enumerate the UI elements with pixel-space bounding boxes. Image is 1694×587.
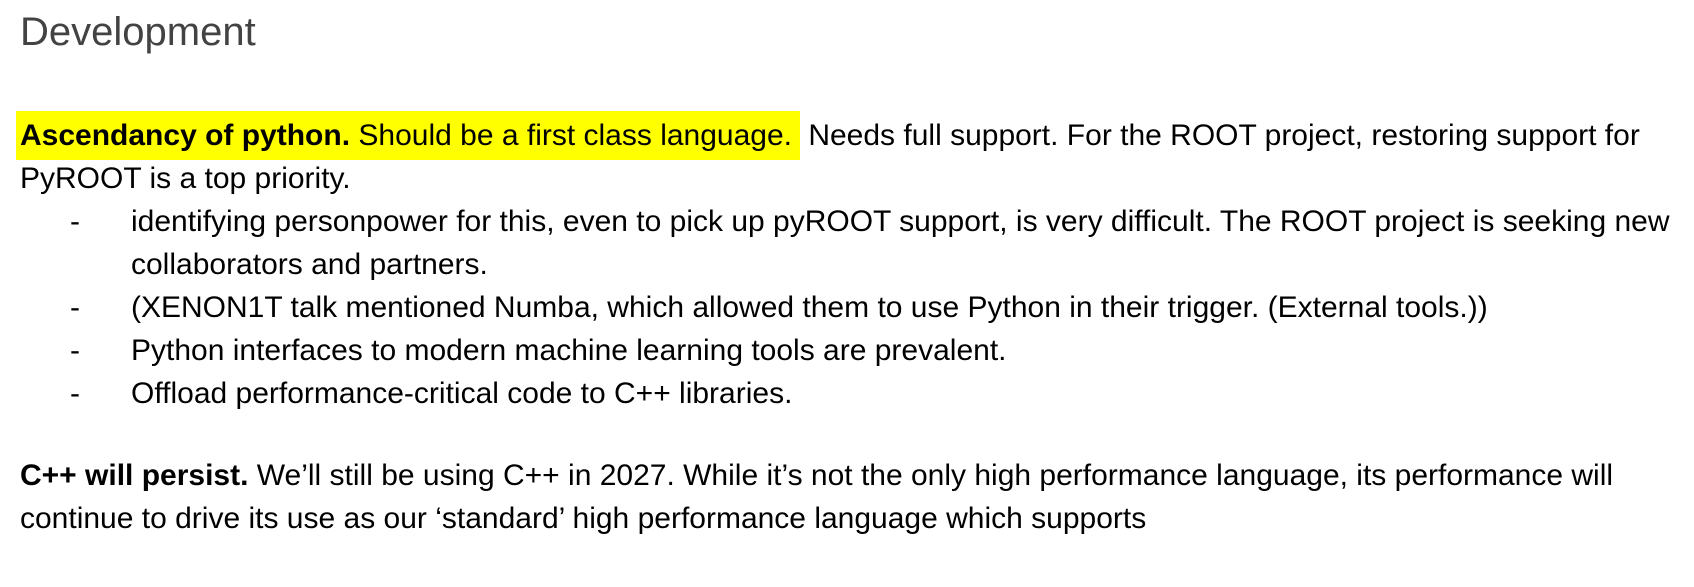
dash-marker: - — [70, 377, 80, 410]
list-item: - (XENON1T talk mentioned Numba, which a… — [20, 286, 1690, 329]
highlighted-text: Ascendancy of python. Should be a first … — [16, 111, 800, 160]
highlighted-sentence: Should be a first class language. — [350, 119, 792, 152]
paragraph-cpp: C++ will persist. We’ll still be using C… — [20, 454, 1690, 540]
list-item: - Python interfaces to modern machine le… — [20, 329, 1690, 372]
paragraph-text: We’ll still be using C++ in 2027. While … — [20, 459, 1614, 535]
paragraph-python: Ascendancy of python. Should be a first … — [16, 111, 1690, 200]
list-item-text: Offload performance-critical code to C++… — [131, 377, 793, 410]
list-item: - Offload performance-critical code to C… — [20, 372, 1690, 415]
bold-lead: C++ will persist. — [20, 459, 249, 492]
list-item-text: (XENON1T talk mentioned Numba, which all… — [131, 291, 1488, 324]
dash-marker: - — [70, 334, 80, 367]
list-item-text: Python interfaces to modern machine lear… — [131, 334, 1007, 367]
list-item-text: identifying personpower for this, even t… — [131, 205, 1670, 281]
bold-lead: Ascendancy of python. — [20, 119, 351, 152]
dash-marker: - — [70, 205, 80, 238]
list-item: - identifying personpower for this, even… — [20, 200, 1690, 286]
section-heading: Development — [20, 10, 256, 54]
dash-marker: - — [70, 291, 80, 324]
bullet-list: - identifying personpower for this, even… — [20, 200, 1690, 415]
